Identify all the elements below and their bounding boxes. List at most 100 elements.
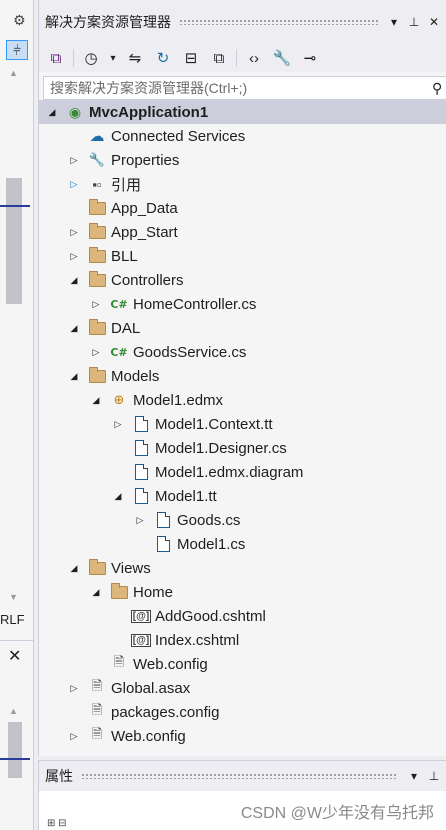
tree-item-label: Model1.edmx (133, 391, 224, 409)
pin-icon[interactable]: ⊥ (426, 769, 442, 783)
collapsed-arrow-icon[interactable]: ▷ (111, 412, 125, 436)
tree-item[interactable]: ▷ 🔧 Properties (39, 148, 446, 172)
tree-item[interactable]: [@] AddGood.cshtml (39, 604, 446, 628)
tree-item[interactable]: ▷ C# HomeController.cs (39, 292, 446, 316)
scrollbar-thumb[interactable] (6, 178, 22, 304)
search-icon[interactable]: ⚲ (432, 80, 446, 97)
tree-item-label: Properties (111, 151, 180, 169)
search-input[interactable]: 搜索解决方案资源管理器(Ctrl+;) ⚲ (43, 76, 446, 100)
tree-item[interactable]: ▷ Goods.cs (39, 508, 446, 532)
gear-icon[interactable]: ⚙ (13, 12, 26, 29)
tree-item[interactable]: Model1.cs (39, 532, 446, 556)
tree-item[interactable]: [@] Index.cshtml (39, 628, 446, 652)
tree-item[interactable]: ▷ BLL (39, 244, 446, 268)
tree-item-label: App_Start (111, 223, 178, 241)
tree-item-label: BLL (111, 247, 138, 265)
tree-item-label: Model1.cs (177, 535, 246, 553)
tree-item[interactable]: ▷ App_Start (39, 220, 446, 244)
tree-item[interactable]: ▷ C# GoodsService.cs (39, 340, 446, 364)
sync-icon[interactable]: ⇋ (124, 47, 146, 69)
categorized-icon[interactable]: ⊞ ⊟ (47, 818, 67, 829)
collapsed-arrow-icon[interactable]: ▷ (67, 172, 81, 196)
history-icon[interactable]: ◷ (80, 47, 102, 69)
tree-item[interactable]: ▷ ▪▫ 引用 (39, 172, 446, 196)
tree-item-label: Web.config (111, 727, 186, 745)
chevron-down-icon[interactable]: ▾ (386, 15, 402, 29)
wrench-icon[interactable]: 🔧 (271, 47, 293, 69)
collapsed-arrow-icon[interactable]: ▷ (89, 340, 103, 364)
scroll-up-icon[interactable]: ▲ (9, 706, 18, 716)
scroll-up-icon[interactable]: ▲ (9, 68, 18, 78)
tree-item[interactable]: 🗎 packages.config (39, 700, 446, 724)
tree-item[interactable]: ◢ Model1.tt (39, 484, 446, 508)
tree-item[interactable]: ▷ 🗎 Global.asax (39, 676, 446, 700)
tree-item[interactable]: ◢ Views (39, 556, 446, 580)
config-file-icon: 🗎 (113, 654, 125, 669)
tree-item[interactable]: ▷ 🗎 Web.config (39, 724, 446, 748)
tree-item[interactable]: ◢ ⊕ Model1.edmx (39, 388, 446, 412)
tree-item-label: Home (133, 583, 174, 601)
code-view-icon[interactable]: ‹› (243, 47, 265, 69)
scroll-down-icon[interactable]: ▼ (9, 592, 18, 602)
tree-item[interactable]: App_Data (39, 196, 446, 220)
tree-item[interactable]: ◢ Controllers (39, 268, 446, 292)
tree-item-label: DAL (111, 319, 141, 337)
tree-item[interactable]: Model1.Designer.cs (39, 436, 446, 460)
collapsed-arrow-icon[interactable]: ▷ (67, 676, 81, 700)
expanded-arrow-icon[interactable]: ◢ (67, 268, 81, 292)
file-icon (131, 487, 151, 505)
drag-grip[interactable] (81, 773, 398, 779)
expanded-arrow-icon[interactable]: ◢ (89, 388, 103, 412)
expanded-arrow-icon[interactable]: ◢ (67, 556, 81, 580)
drag-grip[interactable] (179, 19, 378, 25)
collapsed-arrow-icon[interactable]: ▷ (89, 292, 103, 316)
left-side-panel: ⚙ ⫩ ▲ ▼ RLF ✕ ▲ (0, 0, 34, 830)
collapse-all-icon[interactable]: ⊟ (180, 47, 202, 69)
config-file-icon: 🗎 (91, 678, 103, 693)
expanded-arrow-icon[interactable]: ◢ (111, 484, 125, 508)
tree-item[interactable]: Model1.edmx.diagram (39, 460, 446, 484)
tree-item[interactable]: ◢ ◉ MvcApplication1 (39, 100, 446, 124)
collapsed-arrow-icon[interactable]: ▷ (67, 220, 81, 244)
config-file-icon: 🗎 (91, 726, 103, 741)
tree-item[interactable]: ☁ Connected Services (39, 124, 446, 148)
properties-panel: 属性 ▾ ⊥ ⊞ ⊟ CSDN @W少年没有乌托邦 (38, 760, 446, 830)
razor-file-icon: [@] (130, 609, 152, 623)
file-icon (153, 535, 173, 553)
folder-icon (87, 270, 107, 289)
refresh-icon[interactable]: ↻ (152, 47, 174, 69)
folder-icon (87, 246, 107, 265)
collapsed-arrow-icon[interactable]: ▷ (67, 148, 81, 172)
close-icon[interactable]: ✕ (8, 646, 21, 666)
tree-item[interactable]: ◢ DAL (39, 316, 446, 340)
expanded-arrow-icon[interactable]: ◢ (67, 316, 81, 340)
folder-icon (87, 318, 107, 337)
expanded-arrow-icon[interactable]: ◢ (45, 100, 59, 124)
properties-titlebar: 属性 ▾ ⊥ (39, 761, 446, 791)
scrollbar-thumb[interactable] (8, 722, 22, 778)
pin-icon[interactable]: ⊥ (406, 15, 422, 29)
chevron-down-icon[interactable]: ▾ (108, 47, 118, 69)
close-icon[interactable]: ✕ (426, 15, 442, 29)
expanded-arrow-icon[interactable]: ◢ (89, 580, 103, 604)
collapsed-arrow-icon[interactable]: ▷ (133, 508, 147, 532)
chevron-down-icon[interactable]: ▾ (406, 769, 422, 783)
preview-icon[interactable]: ⊸ (299, 47, 321, 69)
collapsed-arrow-icon[interactable]: ▷ (67, 244, 81, 268)
pin-icon[interactable]: ⫩ (6, 40, 28, 60)
expanded-arrow-icon[interactable]: ◢ (67, 364, 81, 388)
collapsed-arrow-icon[interactable]: ▷ (67, 724, 81, 748)
folder-icon (87, 222, 107, 241)
tree-item-label: Connected Services (111, 127, 246, 145)
divider (236, 49, 237, 67)
tree-item[interactable]: ◢ Home (39, 580, 446, 604)
tree-item[interactable]: ◢ Models (39, 364, 446, 388)
tree-item[interactable]: ▷ Model1.Context.tt (39, 412, 446, 436)
vs-switch-icon[interactable]: ⧉ (45, 47, 67, 69)
show-all-files-icon[interactable]: ⧉ (208, 47, 230, 69)
tree-item[interactable]: 🗎 Web.config (39, 652, 446, 676)
